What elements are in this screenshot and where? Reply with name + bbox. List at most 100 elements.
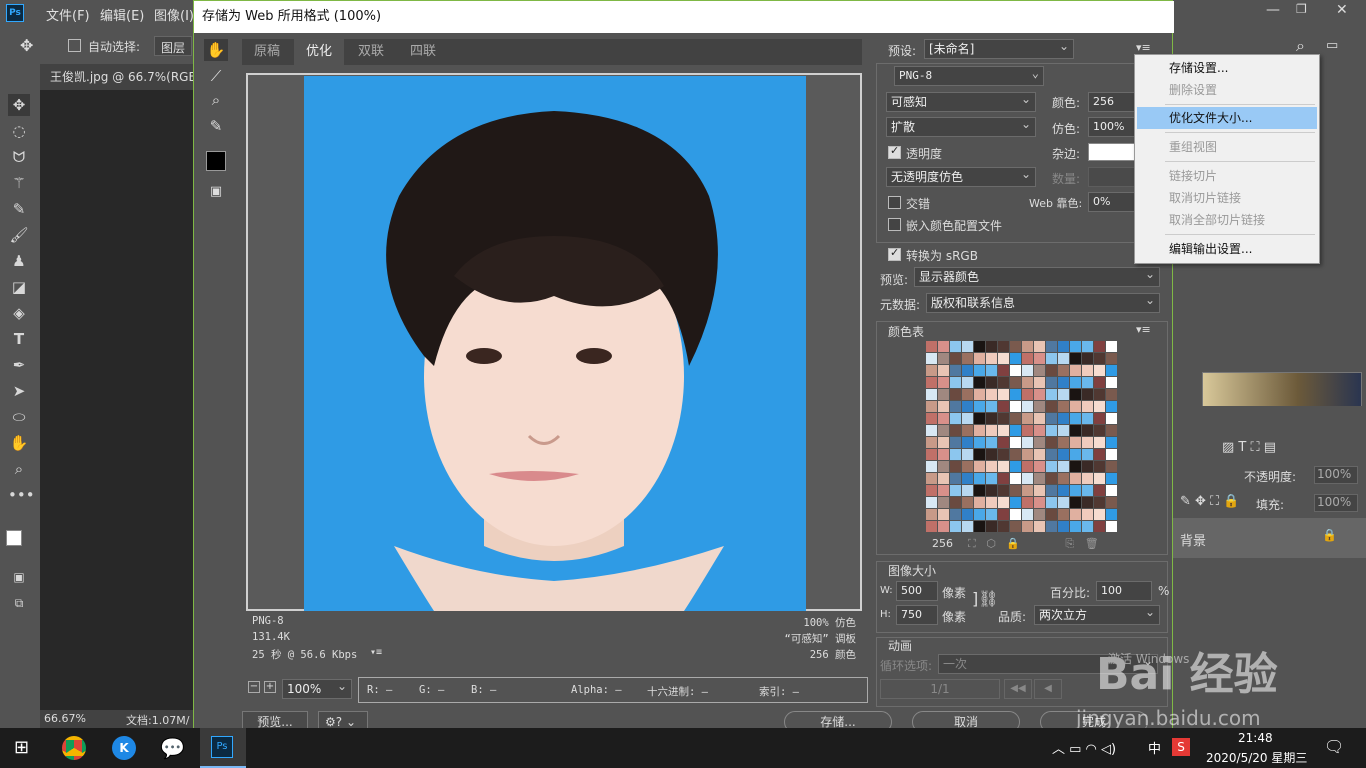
color-swatch[interactable]	[1034, 353, 1045, 364]
color-swatch[interactable]	[950, 353, 961, 364]
color-swatch[interactable]	[998, 497, 1009, 508]
color-swatch[interactable]	[1070, 449, 1081, 460]
color-swatch[interactable]	[950, 509, 961, 520]
color-swatch[interactable]	[974, 377, 985, 388]
color-swatch[interactable]	[1046, 449, 1057, 460]
color-swatch[interactable]	[1082, 497, 1093, 508]
color-swatch[interactable]	[1058, 497, 1069, 508]
reduction-select[interactable]: 可感知	[886, 90, 1036, 112]
color-swatch[interactable]	[1046, 461, 1057, 472]
color-swatch[interactable]	[1082, 365, 1093, 376]
color-swatch[interactable]	[1070, 389, 1081, 400]
color-swatch[interactable]	[938, 353, 949, 364]
color-swatch[interactable]	[986, 341, 997, 352]
color-swatch[interactable]	[1106, 497, 1117, 508]
color-swatch[interactable]	[998, 461, 1009, 472]
color-swatch[interactable]	[938, 497, 949, 508]
color-swatch[interactable]	[926, 425, 937, 436]
web-snap-field[interactable]: 0%	[1088, 192, 1138, 212]
color-swatch[interactable]	[1106, 377, 1117, 388]
color-swatch[interactable]	[1106, 353, 1117, 364]
color-swatch[interactable]	[998, 521, 1009, 532]
notification-icon[interactable]: 🗨	[1324, 737, 1344, 756]
color-swatch[interactable]	[1106, 389, 1117, 400]
color-table-menu-icon[interactable]: ▾≡	[1136, 323, 1151, 336]
dither-field[interactable]: 100%	[1088, 117, 1138, 137]
color-swatch[interactable]	[1058, 521, 1069, 532]
color-swatch[interactable]	[1106, 449, 1117, 460]
color-swatch[interactable]	[1022, 461, 1033, 472]
color-swatch[interactable]	[1106, 509, 1117, 520]
color-swatch[interactable]	[974, 425, 985, 436]
color-swatch[interactable]	[986, 461, 997, 472]
color-swatch[interactable]	[1010, 365, 1021, 376]
color-swatch[interactable]	[1070, 365, 1081, 376]
color-swatch[interactable]	[1022, 521, 1033, 532]
color-swatch[interactable]	[950, 425, 961, 436]
color-swatch[interactable]	[962, 473, 973, 484]
color-swatch[interactable]	[1022, 509, 1033, 520]
color-swatch[interactable]	[974, 413, 985, 424]
color-swatch[interactable]	[1034, 341, 1045, 352]
color-swatch[interactable]	[1022, 341, 1033, 352]
image-preview[interactable]	[246, 73, 862, 611]
metadata-select[interactable]: 版权和联系信息	[926, 291, 1160, 313]
color-swatch[interactable]	[1058, 425, 1069, 436]
color-swatch[interactable]	[962, 485, 973, 496]
color-swatch[interactable]	[938, 437, 949, 448]
color-swatch[interactable]	[1046, 341, 1057, 352]
color-swatch[interactable]	[974, 461, 985, 472]
color-swatch[interactable]	[962, 413, 973, 424]
color-swatch[interactable]	[974, 509, 985, 520]
color-swatch[interactable]	[926, 521, 937, 532]
wechat-icon[interactable]: 💬	[160, 736, 186, 760]
color-swatch[interactable]	[950, 521, 961, 532]
color-table-actions[interactable]: ⛶ ⬡ 🔒 ⎘ 🗑	[968, 537, 1099, 551]
color-swatch[interactable]	[986, 401, 997, 412]
color-swatch[interactable]	[938, 485, 949, 496]
color-swatch[interactable]	[1058, 485, 1069, 496]
color-swatch[interactable]	[986, 377, 997, 388]
color-swatch[interactable]	[1034, 521, 1045, 532]
color-swatch[interactable]	[1058, 437, 1069, 448]
color-swatch[interactable]	[938, 341, 949, 352]
color-swatch[interactable]	[1022, 449, 1033, 460]
color-swatch[interactable]	[1082, 521, 1093, 532]
color-swatch[interactable]	[974, 449, 985, 460]
color-swatch[interactable]	[926, 341, 937, 352]
path-select-icon[interactable]: ➤	[8, 380, 30, 402]
tab-optimized[interactable]: 优化	[294, 39, 344, 65]
preview-select[interactable]: 显示器颜色	[914, 265, 1160, 287]
color-swatch[interactable]	[1082, 401, 1093, 412]
color-swatch[interactable]	[1046, 365, 1057, 376]
color-swatch[interactable]	[1010, 437, 1021, 448]
color-swatch[interactable]	[1058, 473, 1069, 484]
color-swatch[interactable]	[974, 497, 985, 508]
color-swatch[interactable]	[1034, 497, 1045, 508]
color-swatch[interactable]	[974, 401, 985, 412]
color-swatch[interactable]	[1094, 437, 1105, 448]
layer-filter-icons[interactable]: ▨ T ⛶ ▤	[1222, 440, 1276, 455]
color-swatch[interactable]	[1070, 425, 1081, 436]
color-swatch[interactable]	[1094, 449, 1105, 460]
color-swatch[interactable]	[962, 461, 973, 472]
color-swatch[interactable]	[974, 473, 985, 484]
percent-field[interactable]: 100	[1096, 581, 1152, 601]
color-swatch[interactable]	[1106, 401, 1117, 412]
color-swatch[interactable]	[1094, 425, 1105, 436]
color-swatch[interactable]	[938, 365, 949, 376]
color-swatch[interactable]	[1106, 437, 1117, 448]
color-swatch[interactable]	[950, 437, 961, 448]
color-swatch[interactable]	[1094, 521, 1105, 532]
color-swatch[interactable]	[986, 485, 997, 496]
eraser-tool-icon[interactable]: ◪	[8, 276, 30, 298]
color-swatch[interactable]	[1010, 377, 1021, 388]
color-swatch[interactable]	[962, 401, 973, 412]
color-swatch[interactable]	[1094, 341, 1105, 352]
hand-tool-icon[interactable]: ✋	[204, 39, 228, 61]
embed-profile-checkbox[interactable]	[888, 218, 901, 231]
transparency-checkbox[interactable]	[888, 144, 901, 159]
color-swatch[interactable]	[1094, 377, 1105, 388]
color-swatch[interactable]	[1022, 401, 1033, 412]
color-swatch[interactable]	[974, 353, 985, 364]
